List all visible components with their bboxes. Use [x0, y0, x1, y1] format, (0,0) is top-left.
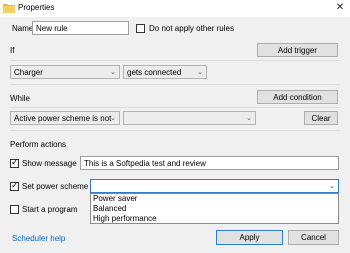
while-value-select[interactable]: ⌄ — [123, 111, 256, 125]
chevron-down-icon: ⌄ — [329, 183, 335, 190]
trigger-condition-select[interactable]: gets connected ⌄ — [123, 65, 207, 79]
add-trigger-button[interactable]: Add trigger — [257, 43, 338, 57]
no-other-rules-checkbox[interactable] — [136, 24, 145, 33]
chevron-down-icon: ⌄ — [197, 69, 203, 76]
chevron-down-icon: ⌄ — [110, 115, 116, 122]
add-condition-button[interactable]: Add condition — [257, 90, 338, 104]
show-message-label: Show message — [22, 159, 77, 168]
if-label: If — [10, 46, 15, 55]
divider — [10, 60, 340, 61]
dropdown-option[interactable]: Balanced — [91, 204, 338, 214]
while-condition-value: Active power scheme is not — [14, 114, 112, 123]
start-program-checkbox[interactable] — [10, 205, 19, 214]
chevron-down-icon: ⌄ — [246, 115, 252, 122]
trigger-condition-value: gets connected — [127, 68, 182, 77]
while-label: While — [10, 94, 31, 103]
clear-button[interactable]: Clear — [304, 111, 338, 125]
show-message-checkbox[interactable] — [10, 157, 19, 168]
scheduler-help-link[interactable]: Scheduler help — [12, 234, 65, 243]
close-icon[interactable]: ✕ — [333, 1, 347, 15]
divider — [10, 107, 340, 108]
no-other-rules-label: Do not apply other rules — [149, 24, 234, 33]
set-power-scheme-checkbox[interactable] — [10, 180, 19, 191]
power-scheme-dropdown: Power saver Balanced High performance — [90, 193, 339, 224]
cancel-button[interactable]: Cancel — [288, 230, 339, 245]
chevron-down-icon: ⌄ — [110, 69, 116, 76]
name-label: Name — [12, 24, 34, 33]
dropdown-option[interactable]: High performance — [91, 214, 338, 224]
message-input[interactable]: This is a Softpedia test and review — [80, 156, 339, 170]
perform-actions-label: Perform actions — [10, 140, 67, 149]
start-program-label: Start a program — [22, 205, 78, 214]
name-input[interactable]: New rule — [32, 21, 129, 35]
set-power-scheme-label: Set power scheme — [22, 182, 89, 191]
apply-button[interactable]: Apply — [216, 230, 283, 245]
folder-icon — [3, 4, 15, 13]
trigger-select-value: Charger — [14, 68, 43, 77]
power-scheme-select[interactable]: ⌄ — [90, 179, 339, 193]
divider — [10, 130, 340, 131]
dropdown-option[interactable]: Power saver — [91, 194, 338, 204]
title-bar: Properties ✕ — [0, 0, 350, 17]
divider — [10, 84, 340, 85]
window-title: Properties — [18, 3, 55, 12]
trigger-select[interactable]: Charger ⌄ — [10, 65, 120, 79]
while-condition-select[interactable]: Active power scheme is not ⌄ — [10, 111, 120, 125]
